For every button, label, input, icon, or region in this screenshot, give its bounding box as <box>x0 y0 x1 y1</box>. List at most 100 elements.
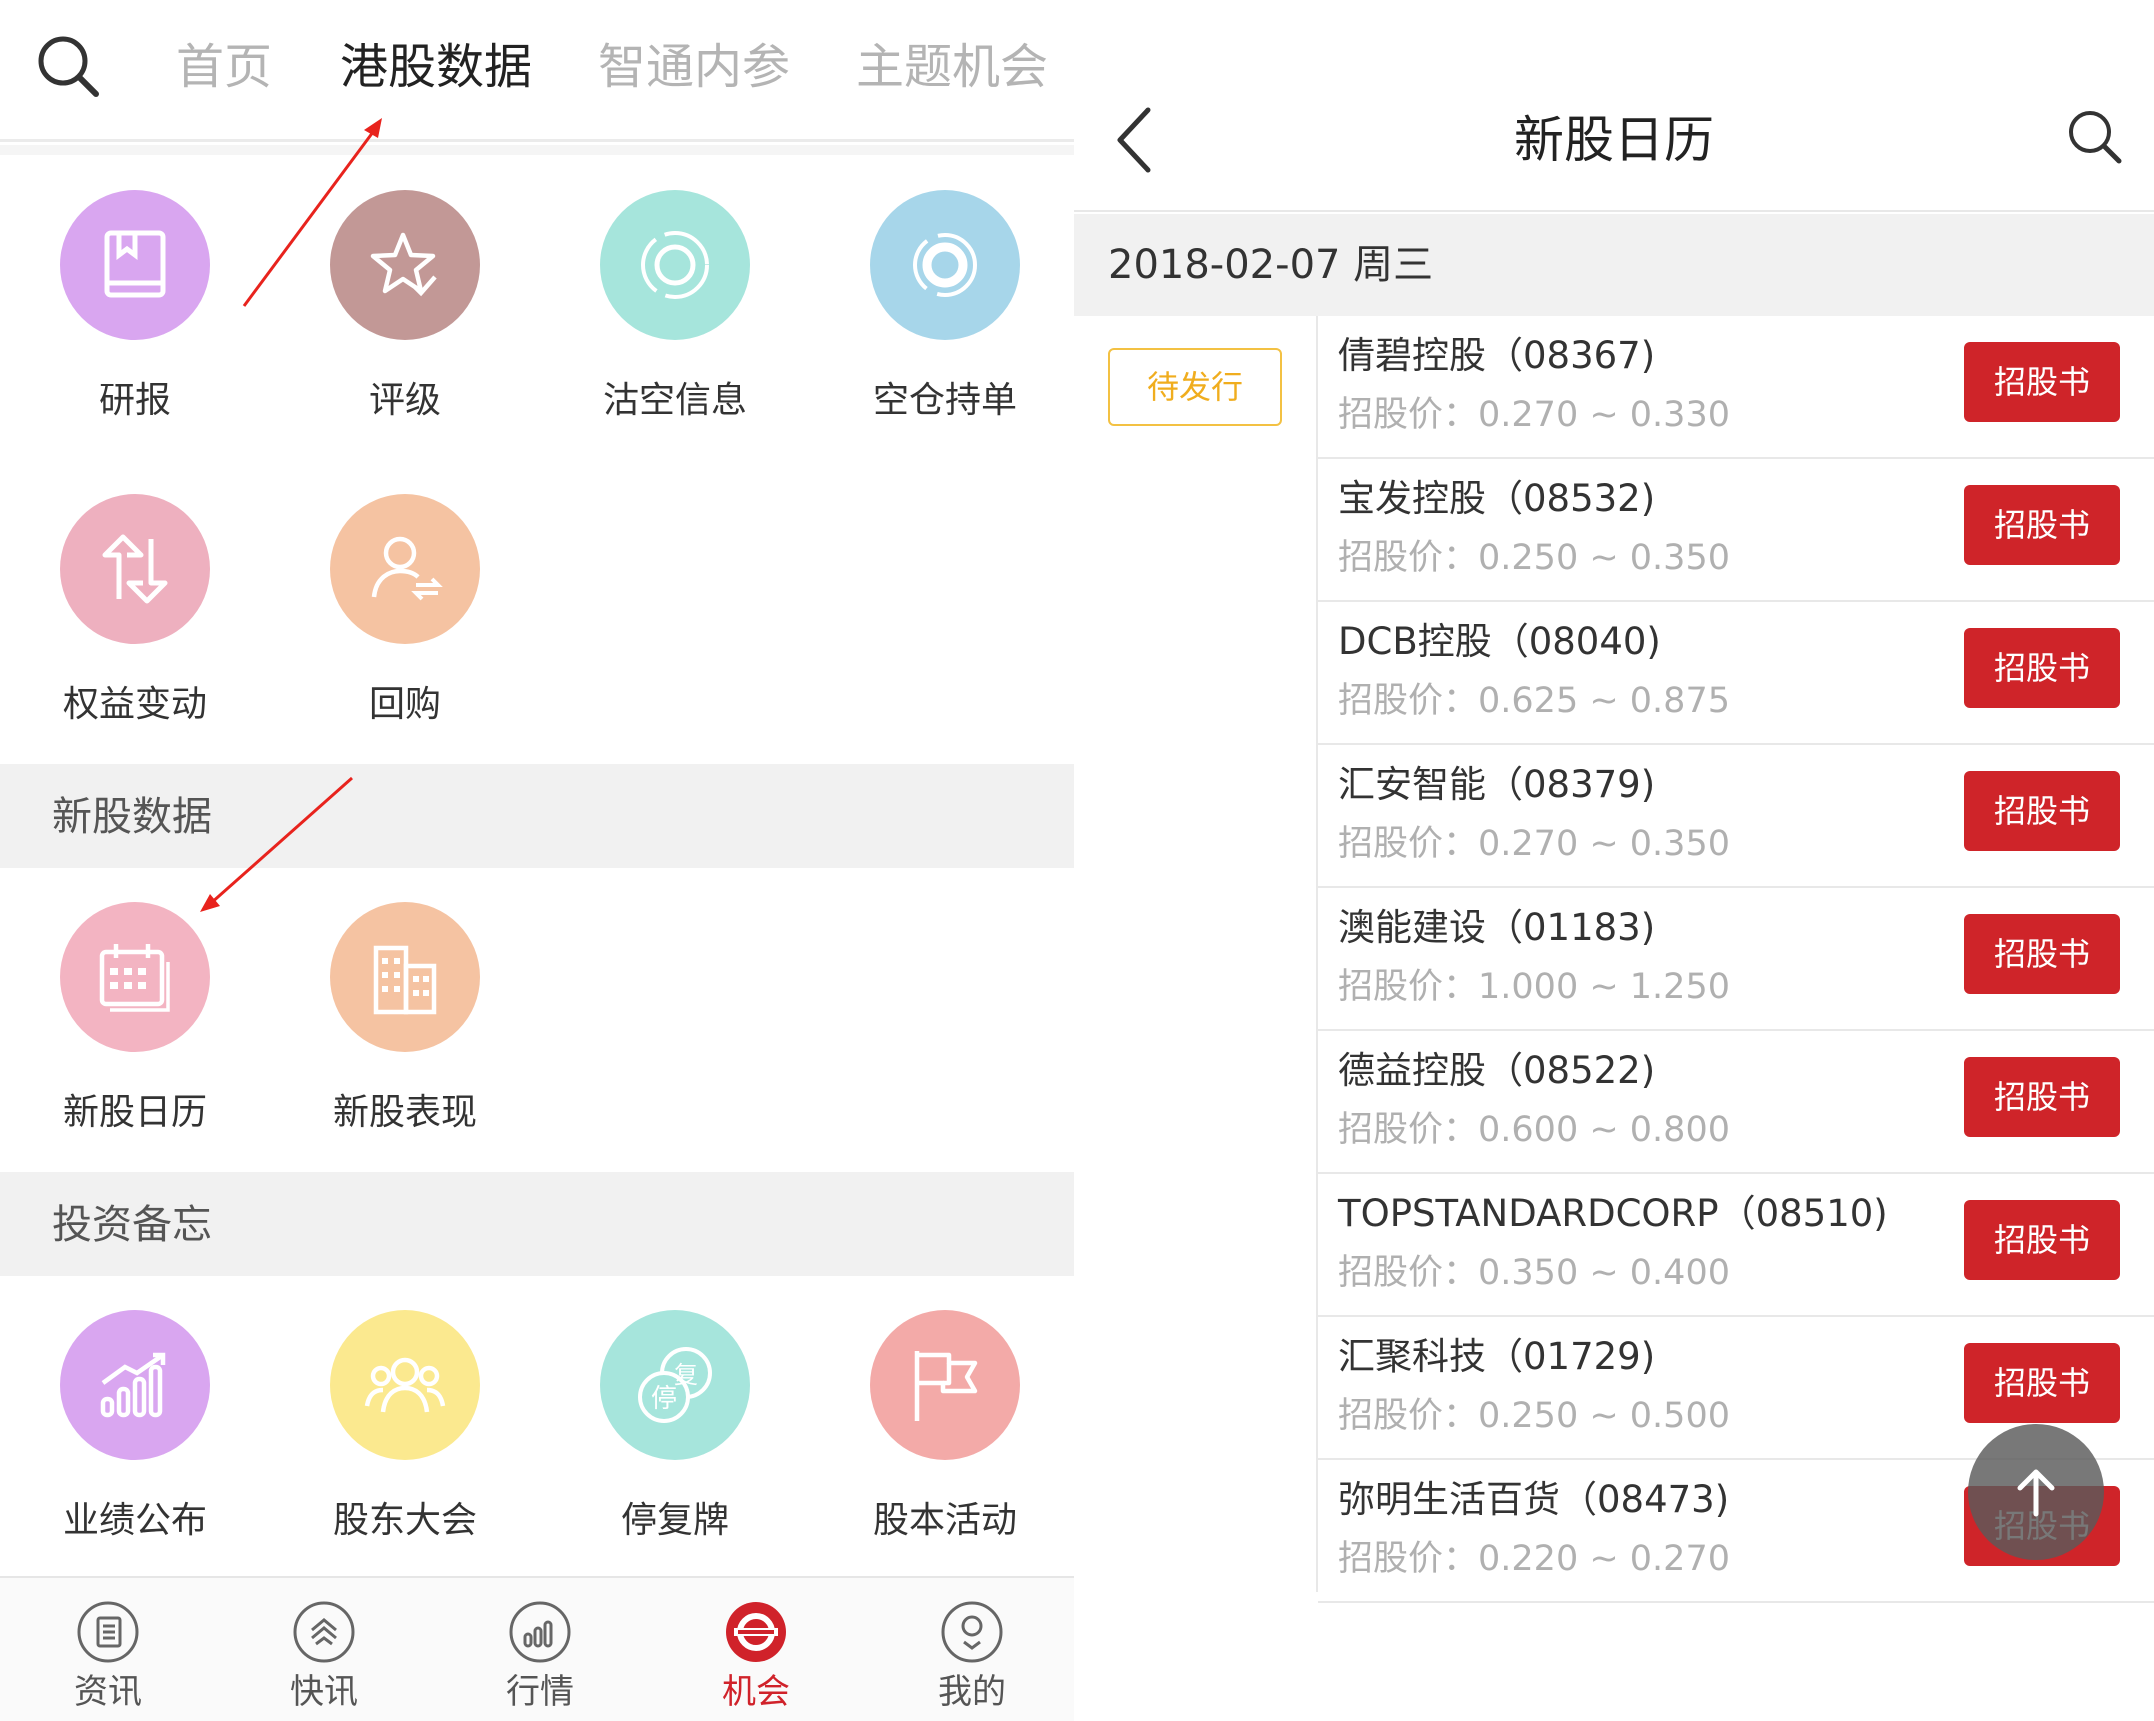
bottom-nav-market[interactable]: 行情 <box>470 1600 610 1714</box>
flag-icon <box>870 1310 1020 1460</box>
suspend-resume-icon: 复停 <box>600 1310 750 1460</box>
flash-icon <box>293 1601 355 1663</box>
section-title: 新股数据 <box>52 794 212 840</box>
header: 新股日历 <box>1074 0 2154 212</box>
prospectus-button[interactable]: 招股书 <box>1964 485 2120 565</box>
grid-item-buyback[interactable]: 回购 <box>270 494 540 728</box>
stock-name: 德益控股（08522) <box>1338 1049 1656 1092</box>
offer-price-range: 0.270 ~ 0.350 <box>1478 824 1730 864</box>
list-item[interactable]: DCB控股（08040) 招股价：0.625 ~ 0.875 招股书 <box>1318 602 2154 745</box>
grid-item-ipo-performance[interactable]: 新股表现 <box>270 902 540 1136</box>
stock-name: 汇聚科技（01729) <box>1338 1335 1656 1378</box>
opportunity-icon <box>726 1602 786 1662</box>
list-item[interactable]: 汇安智能（08379) 招股价：0.270 ~ 0.350 招股书 <box>1318 745 2154 888</box>
grid-item-equity-change[interactable]: 权益变动 <box>0 494 270 728</box>
scroll-to-top-button[interactable] <box>1968 1424 2104 1560</box>
profile-icon <box>941 1601 1003 1663</box>
grid-item-rating[interactable]: 评级 <box>270 190 540 424</box>
offer-price: 招股价：0.270 ~ 0.330 <box>1338 392 1730 438</box>
grid-item-label: 研报 <box>98 380 171 421</box>
grid-item-label: 股东大会 <box>332 1500 477 1541</box>
bottom-nav-label: 快讯 <box>290 1672 358 1712</box>
list-item[interactable]: 澳能建设（01183) 招股价：1.000 ~ 1.250 招股书 <box>1318 888 2154 1031</box>
offer-price-prefix: 招股价： <box>1338 1253 1479 1293</box>
grid-item-research[interactable]: 研报 <box>0 190 270 424</box>
grid-item-label: 新股表现 <box>332 1092 477 1133</box>
search-icon[interactable] <box>36 34 102 100</box>
grid-item-label: 评级 <box>368 380 441 421</box>
user-exchange-icon <box>330 494 480 644</box>
bottom-nav-profile[interactable]: 我的 <box>902 1600 1042 1714</box>
offer-price-range: 1.000 ~ 1.250 <box>1478 967 1730 1007</box>
offer-price-prefix: 招股价： <box>1338 824 1479 864</box>
stock-name: TOPSTANDARDCORP（08510) <box>1338 1192 1888 1235</box>
bottom-nav-label: 我的 <box>938 1672 1006 1712</box>
section-title: 投资备忘 <box>52 1202 212 1248</box>
stock-name: 宝发控股（08532) <box>1338 477 1656 520</box>
bottom-nav-label: 行情 <box>506 1672 574 1712</box>
bottom-nav-news[interactable]: 资讯 <box>38 1600 178 1714</box>
arrow-up-icon <box>2017 1469 2055 1517</box>
grid-item-capital-activity[interactable]: 股本活动 <box>810 1310 1080 1544</box>
up-down-arrows-icon <box>60 494 210 644</box>
market-icon <box>509 1601 571 1663</box>
offer-price: 招股价：0.625 ~ 0.875 <box>1338 678 1730 724</box>
status-badge: 待发行 <box>1108 348 1282 426</box>
stock-name: 倩碧控股（08367) <box>1338 334 1656 377</box>
offer-price-range: 0.250 ~ 0.500 <box>1478 1396 1730 1436</box>
offer-price-prefix: 招股价： <box>1338 1110 1479 1150</box>
offer-price-prefix: 招股价： <box>1338 395 1479 435</box>
grid-item-label: 股本活动 <box>872 1500 1017 1541</box>
tab-zhitong-insider[interactable]: 智通内参 <box>598 36 790 98</box>
bottom-nav-opportunity[interactable]: 机会 <box>686 1600 826 1714</box>
grid-item-label: 沽空信息 <box>602 380 747 421</box>
stock-name: DCB控股（08040) <box>1338 620 1661 663</box>
grid-item-label: 回购 <box>368 684 441 725</box>
grid-item-shareholder-meeting[interactable]: 股东大会 <box>270 1310 540 1544</box>
list-item[interactable]: 倩碧控股（08367) 招股价：0.270 ~ 0.330 招股书 <box>1318 316 2154 459</box>
grid-item-label: 新股日历 <box>62 1092 207 1133</box>
grid-item-earnings-release[interactable]: 业绩公布 <box>0 1310 270 1544</box>
tab-home[interactable]: 首页 <box>176 36 272 98</box>
grid-item-short-position[interactable]: 空仓持单 <box>810 190 1080 424</box>
offer-price: 招股价：0.250 ~ 0.350 <box>1338 535 1730 581</box>
offer-price-prefix: 招股价： <box>1338 1539 1479 1579</box>
prospectus-button[interactable]: 招股书 <box>1964 1057 2120 1137</box>
book-icon <box>60 190 210 340</box>
bottom-nav-label: 机会 <box>722 1672 790 1712</box>
grid-item-label: 空仓持单 <box>872 380 1017 421</box>
bottom-nav-flash[interactable]: 快讯 <box>254 1600 394 1714</box>
offer-price: 招股价：0.220 ~ 0.270 <box>1338 1536 1730 1582</box>
prospectus-button[interactable]: 招股书 <box>1964 1343 2120 1423</box>
prospectus-button[interactable]: 招股书 <box>1964 628 2120 708</box>
offer-price-prefix: 招股价： <box>1338 538 1479 578</box>
news-icon <box>77 1601 139 1663</box>
tab-theme-opportunity[interactable]: 主题机会 <box>856 36 1048 98</box>
tab-hk-stock-data[interactable]: 港股数据 <box>340 36 532 98</box>
list-item[interactable]: 宝发控股（08532) 招股价：0.250 ~ 0.350 招股书 <box>1318 459 2154 602</box>
right-screen: 新股日历 2018-02-07 周三 待发行 倩碧控股（08367) 招股价：0.… <box>1074 0 2154 1721</box>
buildings-icon <box>330 902 480 1052</box>
list-item[interactable]: TOPSTANDARDCORP（08510) 招股价：0.350 ~ 0.400 招… <box>1318 1174 2154 1317</box>
grid-item-label: 业绩公布 <box>62 1500 207 1541</box>
grid-item-short-selling[interactable]: 沽空信息 <box>540 190 810 424</box>
people-icon <box>330 1310 480 1460</box>
prospectus-button[interactable]: 招股书 <box>1964 1200 2120 1280</box>
offer-price: 招股价：0.250 ~ 0.500 <box>1338 1393 1730 1439</box>
offer-price-range: 0.625 ~ 0.875 <box>1478 681 1730 721</box>
date-header: 2018-02-07 周三 <box>1074 214 2154 316</box>
search-icon[interactable] <box>2066 108 2124 166</box>
bottom-nav: 资讯 快讯 行情 机会 我的 <box>0 1576 1074 1721</box>
offer-price-range: 0.270 ~ 0.330 <box>1478 395 1730 435</box>
bottom-nav-label: 资讯 <box>74 1672 142 1712</box>
grid-item-ipo-calendar[interactable]: 新股日历 <box>0 902 270 1136</box>
grid-item-suspend-resume[interactable]: 复停 停复牌 <box>540 1310 810 1544</box>
prospectus-button[interactable]: 招股书 <box>1964 914 2120 994</box>
growth-chart-icon <box>60 1310 210 1460</box>
ring-thick-icon <box>870 190 1020 340</box>
prospectus-button[interactable]: 招股书 <box>1964 771 2120 851</box>
page-title: 新股日历 <box>1514 111 1714 169</box>
list-item[interactable]: 德益控股（08522) 招股价：0.600 ~ 0.800 招股书 <box>1318 1031 2154 1174</box>
prospectus-button[interactable]: 招股书 <box>1964 342 2120 422</box>
section-header-investment-memo: 投资备忘 <box>0 1172 1074 1276</box>
